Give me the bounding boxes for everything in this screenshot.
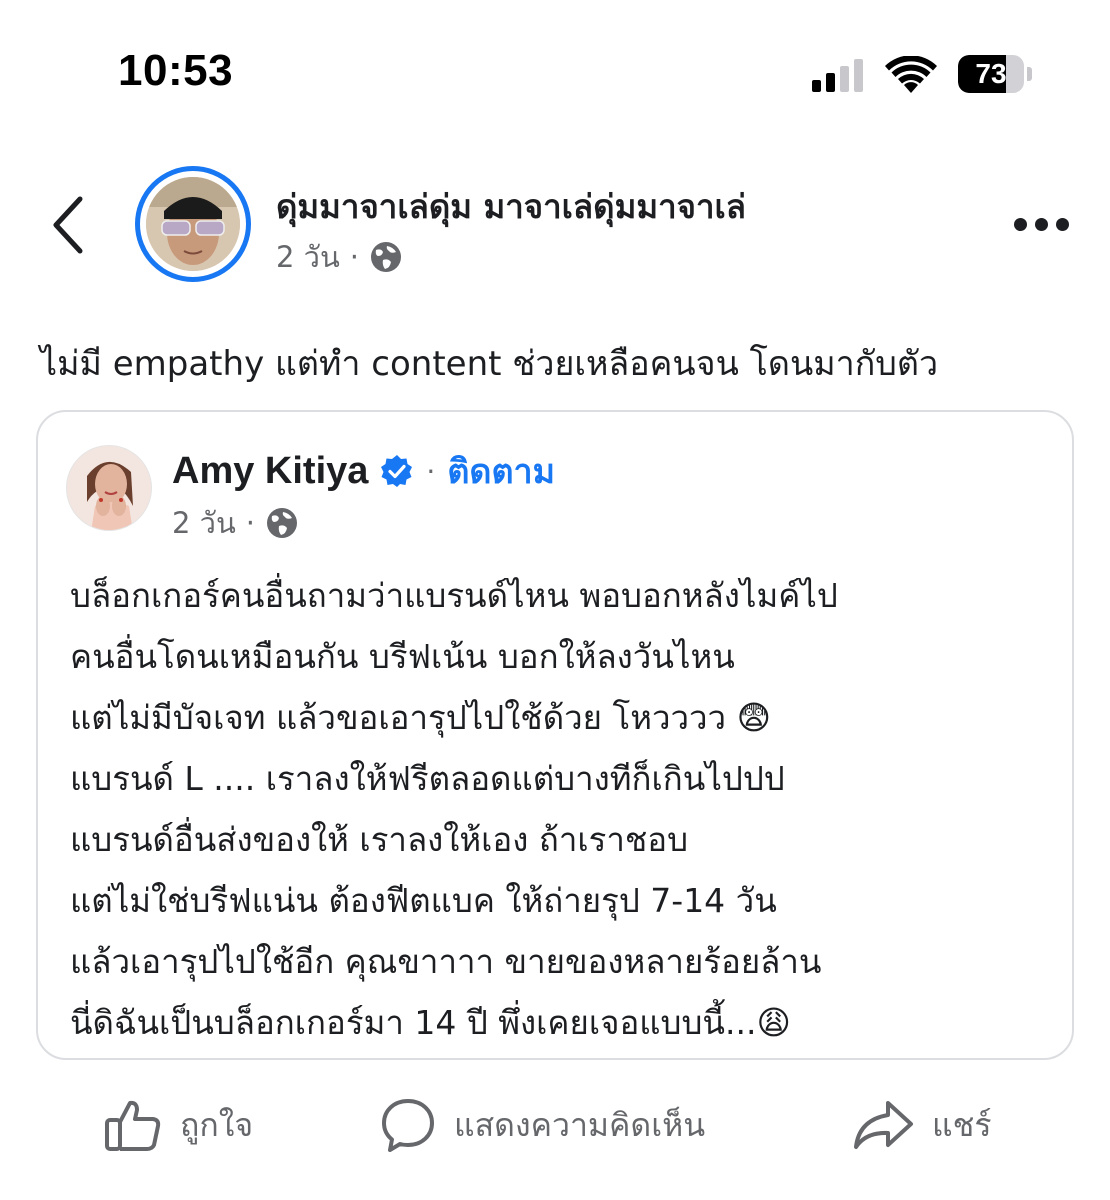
thumbs-up-icon — [105, 1100, 161, 1151]
shared-author-row: Amy Kitiya · ติดตาม — [172, 444, 555, 498]
status-time: 10:53 — [118, 46, 234, 95]
shared-post-line: คนอื่นโดนเหมือนกัน บรีฟเน้น บอกให้ลงวันไ… — [70, 637, 735, 676]
shared-post-text: บล็อกเกอร์คนอื่นถามว่าแบรนด์ไหน พอบอกหลั… — [70, 565, 838, 1053]
like-button[interactable]: ถูกใจ — [104, 1090, 253, 1160]
shared-post-line: นี่ดิฉันเป็นบล็อกเกอร์มา 14 ปี พึ่งเคยเจ… — [70, 1003, 791, 1042]
follow-button[interactable]: ติดตาม — [447, 444, 555, 498]
post-meta: 2 วัน · — [276, 234, 403, 280]
post-caption: ไม่มี empathy แต่ทำ content ช่วยเหลือคนจ… — [40, 344, 939, 384]
cellular-signal-icon — [812, 58, 868, 92]
verified-badge-icon — [381, 455, 413, 487]
shared-post-line: แต่ไม่ใช่บรีฟแน่น ต้องฟีตแบค ให้ถ่ายรุป … — [70, 881, 777, 920]
comment-bubble-icon — [382, 1099, 434, 1152]
shared-post-meta: 2 วัน · — [172, 500, 299, 546]
author-avatar[interactable] — [135, 166, 251, 282]
more-options-icon[interactable] — [1014, 218, 1070, 234]
like-label: ถูกใจ — [180, 1105, 254, 1144]
post-author-name[interactable]: ดุ่มมาจาเล่ดุ่ม มาจาเล่ดุ่มมาจาเล่ — [276, 180, 746, 233]
battery-level: 73 — [975, 58, 1007, 89]
follow-separator: · — [426, 454, 436, 488]
avatar-photo — [146, 177, 240, 271]
share-label: แชร์ — [932, 1105, 992, 1144]
globe-icon — [371, 242, 401, 272]
shared-post-line: แบรนด์ L .... เราลงให้ฟรีตลอดแต่บางทีก็เ… — [70, 759, 785, 798]
shared-post-line: บล็อกเกอร์คนอื่นถามว่าแบรนด์ไหน พอบอกหลั… — [70, 576, 838, 615]
comment-label: แสดงความคิดเห็น — [454, 1105, 706, 1144]
meta-separator: · — [349, 240, 359, 274]
shared-post-line: แต่ไม่มีบัจเจท แล้วขอเอารุปไปใช้ด้วย โหว… — [70, 698, 771, 737]
shared-meta-separator: · — [245, 506, 255, 540]
shared-author-avatar[interactable] — [66, 445, 152, 531]
globe-icon — [267, 508, 297, 538]
share-arrow-icon — [854, 1101, 913, 1149]
shared-author-name[interactable]: Amy Kitiya — [172, 450, 368, 493]
post-time: 2 วัน — [276, 240, 340, 274]
shared-post-line: แล้วเอารุปไปใช้อีก คุณขาาาา ขายของหลายร้… — [70, 942, 822, 981]
post-action-bar: ถูกใจ แสดงความคิดเห็น แชร์ — [0, 1090, 1110, 1160]
battery-indicator: 73 — [958, 55, 1034, 95]
shared-post-time: 2 วัน — [172, 506, 236, 540]
shared-avatar-photo — [67, 446, 151, 530]
share-button[interactable]: แชร์ — [852, 1090, 992, 1160]
back-chevron-icon[interactable] — [48, 193, 88, 257]
comment-button[interactable]: แสดงความคิดเห็น — [380, 1090, 705, 1160]
wifi-icon — [885, 56, 937, 93]
shared-post-line: แบรนด์อื่นส่งของให้ เราลงให้เอง ถ้าเราชอ… — [70, 820, 689, 859]
